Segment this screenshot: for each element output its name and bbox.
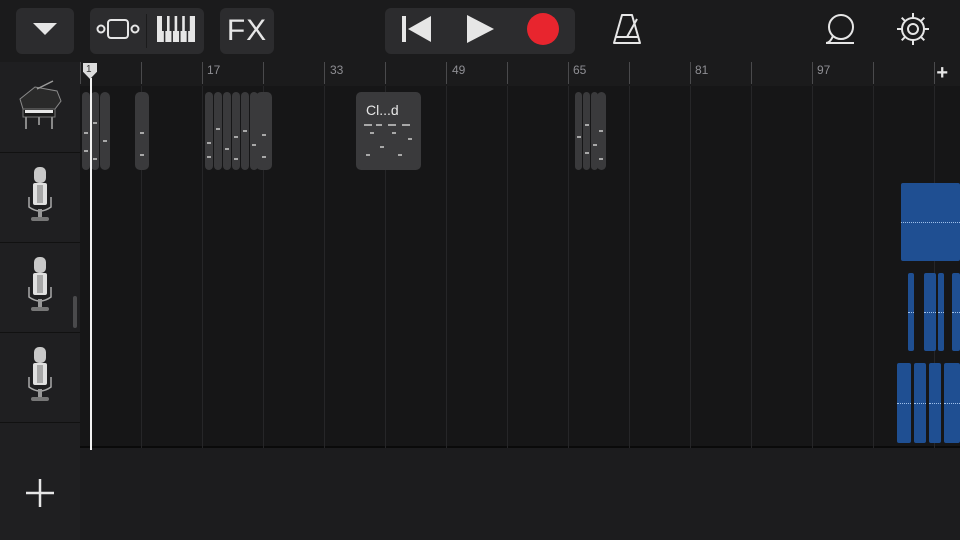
settings-button[interactable] [890,10,936,52]
midi-region[interactable] [232,92,240,170]
ruler-tick [202,62,203,84]
microphone-icon [27,256,53,318]
midi-region[interactable] [241,92,249,170]
playhead-bar-label: 1 [86,64,92,75]
tracks-area[interactable]: Cl...d [80,86,960,540]
audio-region[interactable] [897,363,911,443]
ruler-bar-label: 17 [207,63,221,77]
play-icon [466,14,494,48]
track-lane-mic-2[interactable] [80,266,960,358]
metronome-icon [611,13,643,50]
audio-region[interactable] [938,273,944,351]
ruler-tick [141,62,142,84]
ruler-tick [568,62,569,84]
ruler-bar-label: 81 [695,63,709,77]
audio-region[interactable] [914,363,926,443]
ruler-tick [385,62,386,84]
grand-piano-icon [17,79,63,136]
fx-button[interactable]: FX [220,8,274,54]
midi-region[interactable] [575,92,582,170]
grid-line [324,86,325,448]
grid-line [446,86,447,448]
track-lane-mic-3[interactable] [80,356,960,448]
play-button[interactable] [448,8,511,54]
track-lane-mic-1[interactable] [80,176,960,268]
ruler-tick [873,62,874,84]
ruler-tick [934,62,935,84]
region-name: Cl...d [366,102,399,118]
view-toggle-group [90,8,204,54]
view-menu-button[interactable] [16,8,74,54]
microphone-icon [27,346,53,408]
gear-icon [896,12,930,51]
midi-region[interactable] [135,92,149,170]
midi-region[interactable] [82,92,90,170]
tracks-view-button[interactable] [90,8,146,54]
midi-region[interactable] [100,92,110,170]
audio-region[interactable] [929,363,941,443]
add-track-button[interactable] [0,450,80,540]
plus-icon [25,478,55,513]
ruler-tick [507,62,508,84]
grid-line [202,86,203,448]
grid-line [629,86,630,448]
midi-region[interactable] [205,92,213,170]
loop-browser-button[interactable] [818,10,864,52]
ruler-tick [80,62,81,84]
tracks-view-icon [95,18,141,45]
record-icon [527,12,559,50]
midi-region[interactable] [214,92,222,170]
microphone-icon [27,166,53,228]
chevron-down-icon [32,22,58,41]
track-resize-handle[interactable] [73,296,77,328]
midi-region[interactable] [597,92,606,170]
ruler-bar-label: 65 [573,63,587,77]
midi-region-named[interactable]: Cl...d [356,92,421,170]
track-header-mic-2[interactable] [0,242,80,333]
ruler-tick [629,62,630,84]
grid-line [568,86,569,448]
skip-back-icon [401,15,432,47]
track-header-piano[interactable] [0,62,80,153]
ruler-tick [324,62,325,84]
record-button[interactable] [511,8,575,54]
grid-line [507,86,508,448]
playhead-line[interactable] [90,78,92,450]
keyboard-button[interactable] [147,8,204,54]
grid-line [873,86,874,448]
audio-region[interactable] [952,273,960,351]
rewind-button[interactable] [385,8,448,54]
midi-region[interactable] [256,92,272,170]
ruler-bar-label: 49 [452,63,466,77]
add-section-button[interactable]: + [936,62,948,85]
loop-icon [824,13,858,50]
audio-region[interactable] [924,273,936,351]
track-header-mic-1[interactable] [0,152,80,243]
metronome-button[interactable] [604,10,650,52]
grid-line [812,86,813,448]
audio-region[interactable] [944,363,960,443]
ruler-tick [812,62,813,84]
audio-region[interactable] [908,273,914,351]
grid-line [690,86,691,448]
ruler-tick [446,62,447,84]
ruler-tick [751,62,752,84]
midi-region[interactable] [223,92,231,170]
grid-line [751,86,752,448]
midi-region[interactable] [583,92,590,170]
keyboard-icon [156,15,195,47]
ruler-bar-label: 33 [330,63,344,77]
fx-label: FX [226,14,268,47]
ruler-bar-label: 97 [817,63,831,77]
track-headers [0,62,80,540]
transport-group [385,8,575,54]
timeline-ruler[interactable]: 17 33 49 65 81 97 + [80,62,960,86]
ruler-tick [263,62,264,84]
ruler-tick [690,62,691,84]
empty-track-area [80,448,960,540]
track-header-mic-3[interactable] [0,332,80,423]
audio-region[interactable] [901,183,960,261]
control-bar: FX [0,0,960,62]
midi-region[interactable] [91,92,99,170]
